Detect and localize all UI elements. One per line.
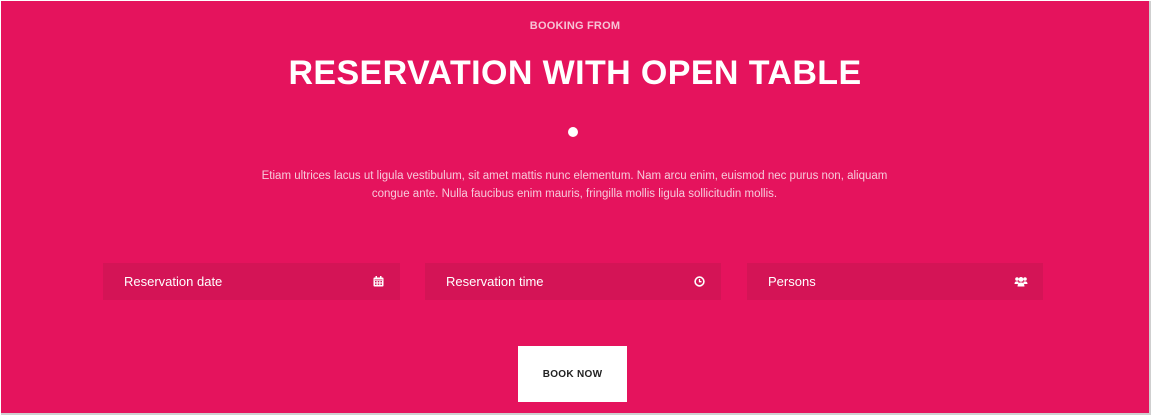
- reservation-date-label: Reservation date: [124, 274, 223, 289]
- section-title: RESERVATION WITH OPEN TABLE: [288, 54, 862, 92]
- persons-label: Persons: [768, 274, 816, 289]
- section-description: Etiam ultrices lacus ut ligula vestibulu…: [261, 170, 888, 200]
- persons-field[interactable]: Persons: [747, 263, 1043, 300]
- reservation-time-label: Reservation time: [446, 274, 544, 289]
- calendar-icon: [368, 276, 388, 287]
- reservation-date-field[interactable]: Reservation date: [103, 263, 400, 300]
- booking-section: BOOKING FROM RESERVATION WITH OPEN TABLE…: [1, 1, 1151, 415]
- book-now-button[interactable]: BOOK NOW: [518, 346, 627, 402]
- reservation-time-field[interactable]: Reservation time: [425, 263, 721, 300]
- section-eyebrow: BOOKING FROM: [529, 20, 621, 32]
- separator-dot: [568, 127, 578, 137]
- users-icon: [1011, 276, 1031, 287]
- clock-icon: [689, 276, 709, 287]
